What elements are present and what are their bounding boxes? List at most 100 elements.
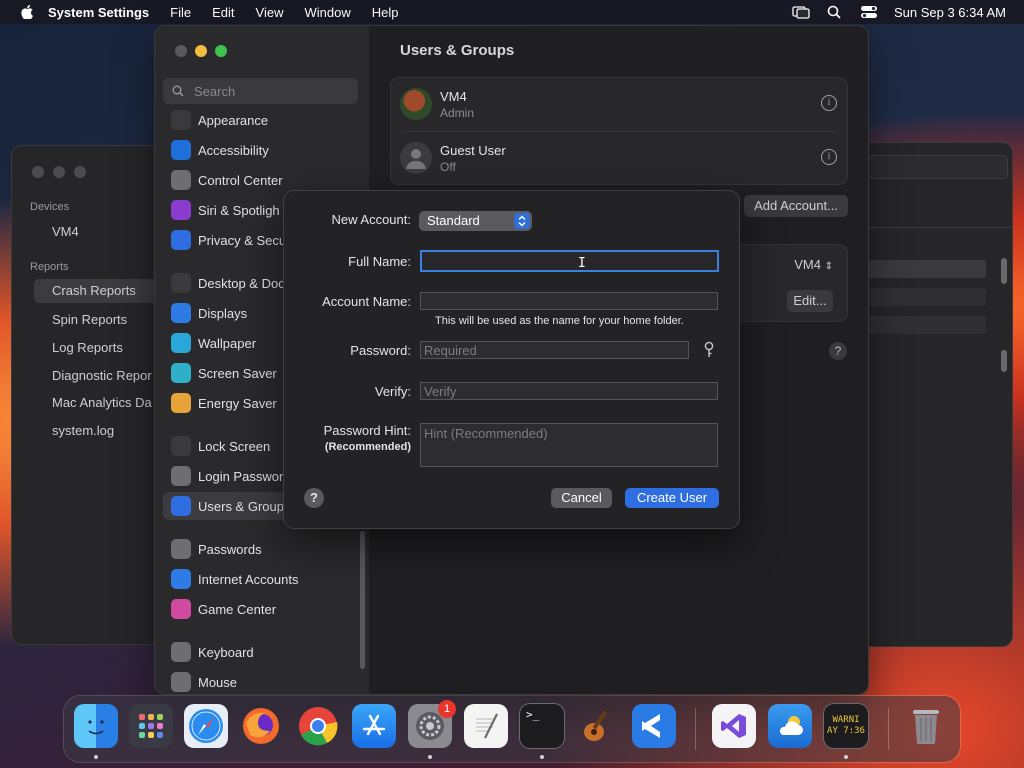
zoom-icon[interactable]: [215, 45, 227, 57]
sidebar-item-accessibility[interactable]: Accessibility: [163, 136, 361, 164]
passwords-key-icon: [171, 539, 191, 559]
report-item-analytics[interactable]: Mac Analytics Da: [52, 395, 152, 410]
help-button[interactable]: ?: [304, 488, 324, 508]
sidebar-scrollbar[interactable]: [360, 531, 365, 669]
help-button[interactable]: ?: [829, 342, 847, 360]
user-row-vm4[interactable]: VM4 Admin i: [391, 78, 847, 130]
sidebar-item-internet-accounts[interactable]: Internet Accounts: [163, 565, 361, 593]
system-settings-icon[interactable]: 1: [408, 700, 456, 748]
trash-icon[interactable]: [904, 704, 948, 748]
user-role: Admin: [440, 106, 475, 120]
screen-mirroring-icon[interactable]: [792, 5, 810, 19]
sidebar-item-mouse[interactable]: Mouse: [163, 668, 361, 694]
report-item-log[interactable]: Log Reports: [52, 340, 123, 355]
spotlight-search-icon[interactable]: [826, 5, 844, 19]
chevron-updown-icon: ⇕: [824, 261, 833, 272]
firefox-icon[interactable]: [239, 704, 283, 748]
weather-icon[interactable]: [768, 704, 812, 748]
sidebar-item-label: Lock Screen: [198, 438, 271, 454]
control-center-icon[interactable]: [860, 5, 878, 19]
menu-clock[interactable]: Sun Sep 3 6:34 AM: [894, 5, 1006, 20]
settings-traffic-lights: [175, 45, 227, 57]
textedit-icon[interactable]: [464, 704, 508, 748]
scrollbar[interactable]: [1001, 258, 1007, 284]
running-indicator: [94, 755, 98, 759]
sidebar-item-label: Internet Accounts: [198, 571, 299, 587]
user-row-guest[interactable]: Guest User Off i: [391, 132, 847, 184]
app-store-icon[interactable]: [352, 704, 396, 748]
sidebar-item-appearance[interactable]: Appearance: [163, 106, 361, 134]
menu-window[interactable]: Window: [304, 5, 350, 20]
sidebar-item-control-center[interactable]: Control Center: [163, 166, 361, 194]
sidebar-item-keyboard[interactable]: Keyboard: [163, 638, 361, 666]
reports-header: Reports: [30, 261, 69, 273]
account-type-popup[interactable]: Standard: [419, 211, 532, 231]
apple-menu-icon[interactable]: [20, 5, 34, 19]
create-user-button[interactable]: Create User: [625, 488, 719, 508]
sidebar-item-label: Game Center: [198, 601, 277, 617]
password-hint-sublabel: (Recommended): [324, 441, 411, 453]
search-field[interactable]: [163, 78, 358, 104]
finder-icon[interactable]: [74, 704, 118, 748]
safari-icon[interactable]: [184, 704, 228, 748]
close-icon[interactable]: [175, 45, 187, 57]
password-hint-field[interactable]: [420, 423, 718, 467]
device-item[interactable]: VM4: [52, 224, 79, 239]
siri-icon: [171, 200, 191, 220]
launchpad-icon[interactable]: [129, 704, 173, 748]
menu-file[interactable]: File: [170, 5, 191, 20]
lock-screen-icon: [171, 436, 191, 456]
notification-badge: 1: [438, 700, 456, 718]
user-name: Guest User: [440, 143, 506, 158]
log-row[interactable]: [868, 316, 986, 334]
dock: 1 >_ WARNI AY 7:36: [64, 696, 960, 762]
password-field[interactable]: [420, 341, 689, 359]
keyboard-icon: [171, 642, 191, 662]
close-icon[interactable]: [32, 166, 44, 178]
zoom-icon[interactable]: [74, 166, 86, 178]
add-account-button[interactable]: Add Account...: [744, 195, 848, 217]
minimize-icon[interactable]: [195, 45, 207, 57]
garageband-icon[interactable]: [576, 704, 620, 748]
scrollbar[interactable]: [1001, 350, 1007, 372]
console-search-field[interactable]: [868, 155, 1008, 179]
password-hint-label: Password Hint:: [323, 423, 411, 438]
report-item-systemlog[interactable]: system.log: [52, 423, 114, 438]
info-icon[interactable]: i: [821, 149, 837, 165]
menu-view[interactable]: View: [256, 5, 284, 20]
chevron-updown-icon: [514, 213, 530, 229]
report-item-diagnostic[interactable]: Diagnostic Repor: [52, 368, 152, 383]
devices-header: Devices: [30, 201, 70, 213]
log-row[interactable]: [868, 288, 986, 306]
running-indicator: [428, 755, 432, 759]
sidebar-item-passwords[interactable]: Passwords: [163, 535, 361, 563]
full-name-field[interactable]: [420, 250, 719, 272]
vscode-icon[interactable]: [632, 704, 676, 748]
edit-button[interactable]: Edit...: [787, 290, 833, 312]
account-name-field[interactable]: [420, 292, 718, 310]
verify-field[interactable]: [420, 382, 718, 400]
password-assistant-key-icon[interactable]: [702, 341, 716, 359]
full-name-label: Full Name:: [348, 254, 411, 269]
mouse-icon: [171, 672, 191, 692]
chrome-icon[interactable]: [296, 704, 340, 748]
console-app-icon[interactable]: WARNI AY 7:36: [824, 704, 868, 748]
menu-app-name[interactable]: System Settings: [48, 5, 149, 20]
sidebar-item-game-center[interactable]: Game Center: [163, 595, 361, 623]
autologin-value: VM4: [794, 257, 821, 272]
visual-studio-icon[interactable]: [712, 704, 756, 748]
info-icon[interactable]: i: [821, 95, 837, 111]
cancel-button[interactable]: Cancel: [551, 488, 612, 508]
console-traffic-lights[interactable]: [32, 166, 86, 178]
report-item-spin[interactable]: Spin Reports: [52, 312, 127, 327]
menu-help[interactable]: Help: [372, 5, 399, 20]
user-name: VM4: [440, 89, 467, 104]
menu-edit[interactable]: Edit: [212, 5, 234, 20]
search-input[interactable]: [192, 82, 346, 100]
autologin-popup[interactable]: VM4 ⇕: [794, 257, 833, 272]
terminal-icon[interactable]: >_: [520, 704, 564, 748]
log-row[interactable]: [868, 260, 986, 278]
sidebar-item-label: Energy Saver: [198, 395, 277, 411]
console-warning-text: WARNI: [832, 715, 860, 725]
minimize-icon[interactable]: [53, 166, 65, 178]
